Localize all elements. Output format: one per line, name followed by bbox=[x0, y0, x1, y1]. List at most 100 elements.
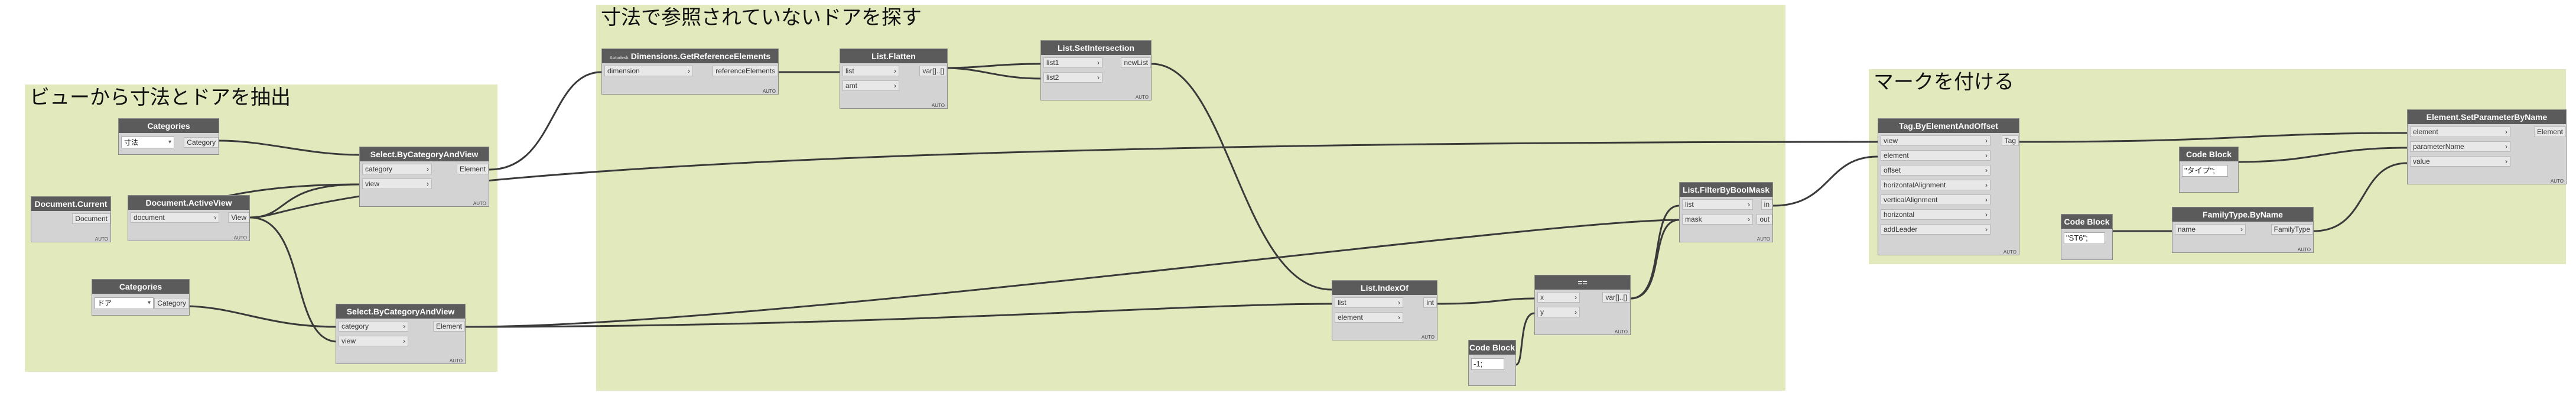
wire bbox=[489, 71, 602, 171]
input-port-horizontal[interactable]: horizontal › bbox=[1881, 209, 1990, 220]
output-port[interactable]: var[]..[] bbox=[1602, 292, 1630, 303]
chevron-right-icon: › bbox=[1985, 210, 1988, 219]
chevron-right-icon: › bbox=[2505, 128, 2507, 136]
chevron-right-icon: › bbox=[1985, 151, 1988, 160]
output-port[interactable]: var[]..[] bbox=[919, 66, 947, 76]
code-editor[interactable]: -1; bbox=[1471, 358, 1504, 370]
output-port[interactable]: Tag bbox=[2001, 135, 2019, 146]
output-port[interactable]: View bbox=[228, 212, 249, 223]
chevron-right-icon: › bbox=[403, 322, 405, 330]
get-reference-elements-node[interactable]: Autodesk Dimensions.GetReferenceElements … bbox=[601, 48, 779, 95]
node-title: Autodesk Dimensions.GetReferenceElements bbox=[602, 49, 778, 63]
dropdown-value: 寸法 bbox=[124, 138, 139, 147]
chevron-right-icon: › bbox=[1985, 181, 1988, 189]
input-port-view[interactable]: view › bbox=[339, 336, 408, 346]
set-parameter-by-name-node[interactable]: Element.SetParameterByName element › para… bbox=[2407, 109, 2567, 184]
input-port-offset[interactable]: offset › bbox=[1881, 165, 1990, 176]
output-port-in[interactable]: in bbox=[1761, 199, 1772, 210]
node-title: == bbox=[1535, 275, 1630, 290]
wire bbox=[249, 141, 1878, 219]
input-port-vertical-alignment[interactable]: verticalAlignment › bbox=[1881, 194, 1990, 205]
select-by-category-node-2[interactable]: Select.ByCategoryAndView category › view ›… bbox=[336, 304, 466, 364]
wire bbox=[465, 303, 1332, 328]
input-port-value[interactable]: value › bbox=[2410, 156, 2510, 167]
wire bbox=[2313, 162, 2408, 232]
input-port-name[interactable]: name › bbox=[2175, 224, 2246, 235]
input-port-list1[interactable]: list1 › bbox=[1043, 57, 1102, 68]
output-port[interactable]: Element bbox=[456, 164, 489, 174]
output-port[interactable]: Category bbox=[184, 137, 219, 148]
lacing-label: AUTO bbox=[1757, 236, 1770, 242]
familytype-byname-node[interactable]: FamilyType.ByName name › FamilyType AUTO bbox=[2172, 207, 2314, 253]
output-port[interactable]: Element bbox=[432, 321, 465, 332]
input-port-list2[interactable]: list2 › bbox=[1043, 72, 1102, 83]
code-editor[interactable]: "ST6"; bbox=[2064, 232, 2105, 244]
output-port-out[interactable]: out bbox=[1757, 214, 1772, 225]
chevron-right-icon: › bbox=[2240, 225, 2243, 233]
wire bbox=[1437, 297, 1535, 305]
input-port-dimension[interactable]: dimension › bbox=[604, 66, 693, 76]
categories-node-doors[interactable]: Categories ドア ▾ Category bbox=[92, 279, 190, 316]
chevron-down-icon: ▾ bbox=[147, 300, 151, 306]
list-setintersection-node[interactable]: List.SetIntersection list1 › list2 › newLi… bbox=[1040, 40, 1152, 100]
node-title: Code Block bbox=[2180, 147, 2238, 161]
filter-by-bool-mask-node[interactable]: List.FilterByBoolMask list › mask › in out… bbox=[1679, 182, 1773, 242]
lacing-label: AUTO bbox=[449, 358, 463, 363]
wire bbox=[183, 305, 338, 328]
code-editor[interactable]: "タイプ"; bbox=[2182, 165, 2228, 177]
input-port-element[interactable]: element › bbox=[1335, 312, 1403, 323]
input-port-x[interactable]: x › bbox=[1537, 292, 1580, 303]
code-block-node-minus-one[interactable]: Code Block -1; bbox=[1468, 340, 1516, 386]
select-by-category-node-1[interactable]: Select.ByCategoryAndView category › view ›… bbox=[359, 147, 489, 207]
output-port[interactable]: int bbox=[1423, 297, 1437, 308]
categories-node-dimensions[interactable]: Categories 寸法 ▾ Category bbox=[118, 118, 219, 155]
equals-node[interactable]: == x › y › var[]..[] AUTO bbox=[1534, 275, 1631, 335]
input-port-category[interactable]: category › bbox=[339, 321, 408, 332]
chevron-right-icon: › bbox=[1097, 59, 1100, 67]
input-port-category[interactable]: category › bbox=[362, 164, 432, 174]
node-title: Element.SetParameterByName bbox=[2408, 110, 2566, 124]
document-current-node[interactable]: Document.Current Document AUTO bbox=[31, 196, 111, 242]
chevron-down-icon: ▾ bbox=[168, 139, 171, 145]
chevron-right-icon: › bbox=[1748, 215, 1750, 223]
input-port-list[interactable]: list › bbox=[1682, 199, 1753, 210]
code-block-node-st6[interactable]: Code Block "ST6"; bbox=[2061, 214, 2113, 260]
output-port[interactable]: referenceElements bbox=[713, 66, 778, 76]
output-port[interactable]: Document bbox=[72, 213, 110, 224]
node-title: List.Flatten bbox=[840, 49, 947, 63]
input-port-view[interactable]: view › bbox=[362, 178, 432, 189]
input-port-mask[interactable]: mask › bbox=[1682, 214, 1753, 225]
input-port-horizontal-alignment[interactable]: horizontalAlignment › bbox=[1881, 180, 1990, 190]
wire bbox=[2019, 132, 2408, 143]
wire bbox=[1151, 63, 1332, 291]
chevron-right-icon: › bbox=[1985, 137, 1988, 145]
input-port-list[interactable]: list › bbox=[843, 66, 899, 76]
input-port-list[interactable]: list › bbox=[1335, 297, 1403, 308]
list-flatten-node[interactable]: List.Flatten list › amt › var[]..[] AUTO bbox=[840, 48, 948, 109]
node-title: List.IndexOf bbox=[1332, 281, 1437, 295]
chevron-right-icon: › bbox=[2505, 157, 2507, 165]
input-port-element[interactable]: element › bbox=[1881, 150, 1990, 161]
output-port[interactable]: FamilyType bbox=[2271, 224, 2313, 235]
node-title: List.FilterByBoolMask bbox=[1680, 183, 1772, 197]
tag-by-element-and-offset-node[interactable]: Tag.ByElementAndOffset view › element › of… bbox=[1878, 118, 2019, 255]
code-block-node-type[interactable]: Code Block "タイプ"; bbox=[2179, 147, 2239, 193]
category-dropdown[interactable]: 寸法 ▾ bbox=[121, 137, 174, 148]
input-port-y[interactable]: y › bbox=[1537, 307, 1580, 317]
input-port-view[interactable]: view › bbox=[1881, 135, 1990, 146]
output-port[interactable]: newList bbox=[1121, 57, 1151, 68]
list-indexof-node[interactable]: List.IndexOf list › element › int AUTO bbox=[1332, 280, 1437, 340]
input-port-element[interactable]: element › bbox=[2410, 126, 2510, 137]
input-port-amt[interactable]: amt › bbox=[843, 80, 899, 91]
node-title: Code Block bbox=[1469, 340, 1515, 355]
chevron-right-icon: › bbox=[1097, 73, 1100, 82]
category-dropdown[interactable]: ドア ▾ bbox=[95, 297, 154, 309]
input-port-parameter-name[interactable]: parameterName › bbox=[2410, 141, 2510, 152]
output-port[interactable]: Category bbox=[154, 298, 189, 309]
input-port-document[interactable]: document › bbox=[131, 212, 219, 223]
chevron-right-icon: › bbox=[403, 337, 405, 345]
input-port-add-leader[interactable]: addLeader › bbox=[1881, 224, 1990, 235]
chevron-right-icon: › bbox=[1985, 225, 1988, 233]
output-port[interactable]: Element bbox=[2533, 126, 2566, 137]
document-activeview-node[interactable]: Document.ActiveView document › View AUTO bbox=[128, 195, 250, 241]
